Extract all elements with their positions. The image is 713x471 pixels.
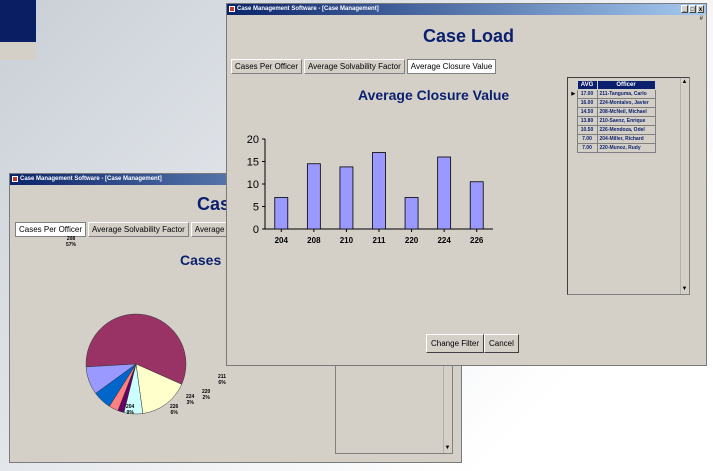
x-tick-label: 210 (340, 236, 354, 245)
front-window-titlebar[interactable]: Case Management Software - [Case Managem… (227, 4, 706, 15)
x-tick-label: 224 (437, 236, 451, 245)
table-row[interactable]: 14.50 208-McNeil, Michael (570, 107, 656, 117)
pie-slice-label: 226 6% (170, 404, 178, 416)
avg-cell: 17.00 (576, 89, 598, 99)
pie-slice-percent: 57% (66, 242, 77, 248)
pie-slice-percent: 3% (186, 400, 194, 406)
back-tab-bar: Cases Per Officer Average Solvability Fa… (15, 222, 259, 237)
table-row[interactable]: 16.00 224-Montalvo, Javier (570, 98, 656, 108)
y-tick-label: 20 (247, 134, 259, 146)
avg-cell: 7.00 (576, 143, 598, 153)
avg-cell: 13.80 (576, 116, 598, 126)
officer-grid[interactable]: AVG Officer ▶ 17.00 211-Tanguma, Carlo 16.0… (567, 77, 690, 295)
pie-slice-percent: 6% (218, 380, 226, 386)
front-window-title: Case Management Software - [Case Managem… (237, 6, 379, 12)
scroll-down-icon[interactable]: ▼ (680, 285, 689, 294)
officer-table: AVG Officer ▶ 17.00 211-Tanguma, Carlo 16.0… (570, 80, 656, 153)
x-tick-label: 211 (373, 236, 386, 245)
change-filter-button[interactable]: Change Filter (426, 334, 485, 353)
bar-chart: 0 5 10 15 20 204 208 210 211 220 224 226 (247, 134, 493, 245)
officer-cell: 226-Mendoza, Odel (596, 125, 656, 135)
y-tick-label: 5 (253, 202, 259, 214)
menu-hash-marker: # (699, 16, 703, 22)
pie-svg (85, 313, 187, 415)
row-selector[interactable] (570, 107, 577, 117)
cancel-button[interactable]: Cancel (484, 334, 519, 353)
bar (339, 166, 354, 230)
chart-title: Average Closure Value (358, 87, 510, 103)
tab-avg-closure-value[interactable]: Average Closure Value (406, 59, 497, 74)
row-selector[interactable] (570, 98, 577, 108)
avg-cell: 16.00 (576, 98, 598, 108)
row-selector[interactable]: ▶ (570, 89, 577, 99)
maximize-button[interactable]: □ (689, 5, 696, 13)
avg-cell: 14.50 (576, 107, 598, 117)
pie-chart: 20857%21016%2116%2202%2243%2266%2049% (66, 236, 236, 434)
bar (274, 197, 289, 230)
table-row[interactable]: 7.00 220-Munoz, Rudy (570, 143, 656, 153)
pie-slice-percent: 6% (170, 410, 178, 416)
avg-cell: 10.50 (576, 125, 598, 135)
window-controls: _ □ x (681, 5, 704, 13)
x-tick-label: 204 (275, 236, 289, 245)
pie-slice-label: 208 57% (66, 236, 76, 248)
app-icon (12, 176, 18, 182)
bar (437, 156, 452, 230)
row-selector[interactable] (570, 125, 577, 135)
bar (469, 181, 484, 230)
table-row[interactable]: 13.80 210-Saenz, Enrique (570, 116, 656, 126)
close-button[interactable]: x (697, 5, 704, 13)
tab-avg-solvability[interactable]: Average Solvability Factor (303, 59, 405, 74)
officer-cell: 210-Saenz, Enrique (596, 116, 656, 126)
pie-slice-percent: 9% (126, 410, 134, 416)
pie-slice-label: 224 3% (186, 394, 194, 406)
pie-slice-label: 220 2% (202, 389, 210, 401)
background-window-titlebar (0, 0, 36, 42)
page-title: Case Load (423, 26, 515, 46)
row-selector[interactable] (570, 116, 577, 126)
front-window: Case Management Software - [Case Managem… (226, 3, 707, 366)
column-header-officer[interactable]: Officer (596, 80, 656, 90)
back-tab-avg-solvability[interactable]: Average Solvability Factor (87, 222, 189, 237)
y-tick-label: 10 (247, 179, 259, 191)
bar (306, 163, 321, 230)
officer-cell: 220-Munoz, Rudy (596, 143, 656, 153)
background-window-body (0, 42, 36, 60)
x-tick-label: 208 (307, 236, 321, 245)
minimize-button[interactable]: _ (681, 5, 688, 13)
pie-slice-label: 211 6% (218, 374, 226, 386)
y-tick-label: 15 (247, 157, 259, 169)
row-selector[interactable] (570, 134, 577, 144)
avg-cell: 7.00 (576, 134, 598, 144)
x-tick-label: 226 (470, 236, 484, 245)
table-row[interactable]: 7.00 204-Miller, Richard (570, 134, 656, 144)
x-tick-label: 220 (405, 236, 419, 245)
pie-slice-percent: 2% (202, 395, 210, 401)
row-selector[interactable] (570, 143, 577, 153)
scroll-up-icon[interactable]: ▲ (680, 78, 689, 87)
officer-cell: 208-McNeil, Michael (596, 107, 656, 117)
pie-slice-label: 204 9% (126, 404, 134, 416)
officer-cell: 204-Miller, Richard (596, 134, 656, 144)
back-window-title: Case Management Software - [Case Managem… (20, 176, 162, 182)
tab-cases-per-officer[interactable]: Cases Per Officer (231, 59, 302, 74)
officer-cell: 211-Tanguma, Carlo (596, 89, 656, 99)
bar (372, 152, 386, 230)
tab-bar: Cases Per Officer Average Solvability Fa… (231, 59, 497, 74)
table-row[interactable]: ▶ 17.00 211-Tanguma, Carlo (570, 89, 656, 99)
bar (404, 197, 419, 230)
column-header-avg[interactable]: AVG (576, 80, 598, 90)
officer-cell: 224-Montalvo, Javier (596, 98, 656, 108)
table-row[interactable]: 10.50 226-Mendoza, Odel (570, 125, 656, 135)
grid-scrollbar[interactable]: ▲ ▼ (680, 78, 689, 294)
back-tab-cases-per-officer[interactable]: Cases Per Officer (15, 222, 86, 237)
scroll-down-icon[interactable]: ▼ (443, 444, 452, 453)
app-icon (229, 6, 235, 12)
y-tick-label: 0 (253, 224, 259, 236)
